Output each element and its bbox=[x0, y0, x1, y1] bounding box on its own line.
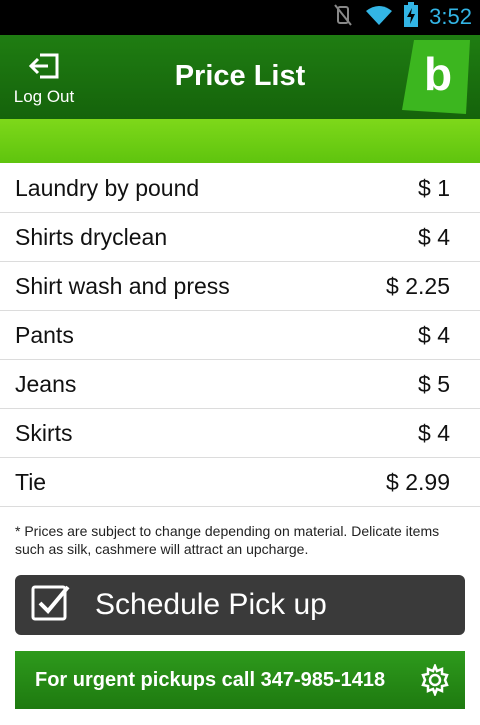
status-icons: 3:52 bbox=[331, 1, 472, 33]
urgent-pickup-label: For urgent pickups call 347-985-1418 bbox=[35, 668, 386, 691]
checkbox-icon bbox=[31, 583, 71, 628]
status-time: 3:52 bbox=[429, 4, 472, 29]
battery-charging-icon bbox=[403, 1, 419, 33]
price-note: * Prices are subject to change depending… bbox=[15, 523, 440, 557]
item-name: Jeans bbox=[15, 370, 77, 397]
price-list: Laundry by pound $ 1 Shirts dryclean $ 4 S… bbox=[0, 164, 480, 507]
price-row: Shirts dryclean $ 4 bbox=[0, 213, 480, 262]
price-row: Skirts $ 4 bbox=[0, 409, 480, 458]
wifi-icon bbox=[365, 4, 393, 31]
item-price: $ 4 bbox=[418, 419, 450, 446]
item-name: Pants bbox=[15, 321, 74, 348]
gear-icon[interactable] bbox=[419, 662, 451, 701]
item-name: Shirts dryclean bbox=[15, 223, 168, 250]
item-name: Shirt wash and press bbox=[15, 272, 230, 299]
price-row: Laundry by pound $ 1 bbox=[0, 164, 480, 213]
schedule-pickup-button[interactable]: Schedule Pick up bbox=[15, 575, 465, 635]
price-row: Tie $ 2.99 bbox=[0, 458, 480, 507]
price-row: Pants $ 4 bbox=[0, 311, 480, 360]
item-price: $ 5 bbox=[418, 370, 450, 397]
schedule-pickup-label: Schedule Pick up bbox=[95, 588, 327, 621]
item-name: Laundry by pound bbox=[15, 174, 200, 201]
item-price: $ 4 bbox=[418, 321, 450, 348]
item-price: $ 4 bbox=[418, 223, 450, 250]
green-band bbox=[0, 119, 480, 163]
vibrate-off-icon bbox=[331, 3, 355, 32]
brand-letter: b bbox=[424, 48, 452, 100]
urgent-pickup-button[interactable]: For urgent pickups call 347-985-1418 bbox=[15, 651, 465, 709]
item-price: $ 1 bbox=[418, 174, 450, 201]
item-name: Skirts bbox=[15, 419, 73, 446]
item-price: $ 2.99 bbox=[386, 468, 450, 495]
item-price: $ 2.25 bbox=[386, 272, 450, 299]
status-bar: 3:52 bbox=[0, 0, 480, 35]
item-name: Tie bbox=[15, 468, 47, 495]
price-row: Shirt wash and press $ 2.25 bbox=[0, 262, 480, 311]
brand-logo: b bbox=[402, 40, 470, 119]
price-row: Jeans $ 5 bbox=[0, 360, 480, 409]
